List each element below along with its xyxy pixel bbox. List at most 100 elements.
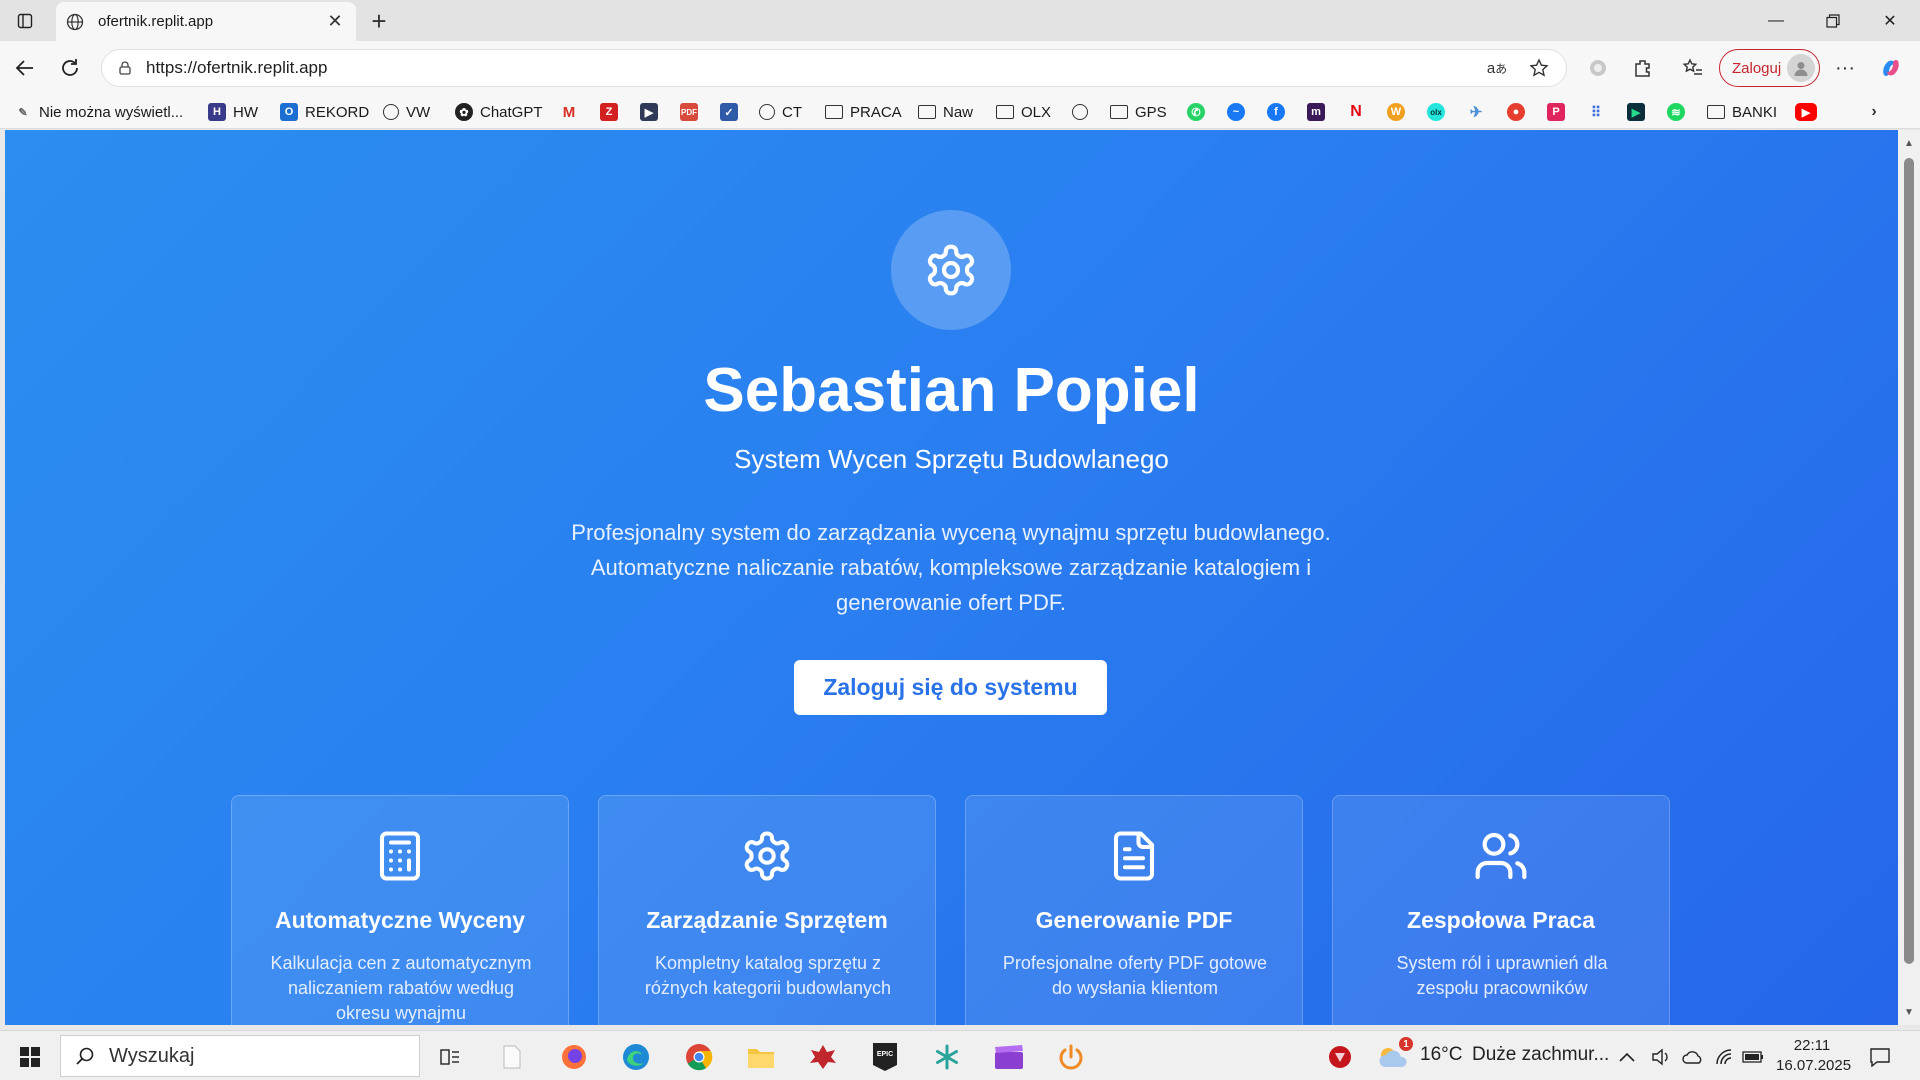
feature-description: System ról i uprawnień dla zespołu praco… <box>1396 953 1608 998</box>
play-icon: ▶ <box>1627 103 1645 121</box>
weather-temperature[interactable]: 16°C <box>1420 1044 1462 1066</box>
search-icon <box>75 1046 95 1066</box>
antivirus-tray-icon[interactable] <box>1322 1039 1358 1075</box>
clapper-app-icon[interactable] <box>991 1039 1027 1075</box>
extensions-icon[interactable] <box>1628 53 1658 83</box>
apps-grid-icon: ⠿ <box>1590 103 1602 120</box>
bookmark-0[interactable]: ✎ Nie można wyświetl... <box>14 101 183 123</box>
close-tab-icon[interactable]: ✕ <box>324 11 346 33</box>
onedrive-cloud-icon[interactable] <box>1680 1039 1706 1075</box>
bookmark-21[interactable]: W <box>1387 101 1405 123</box>
globe-icon <box>1072 104 1088 120</box>
feature-description: Kalkulacja cen z automatycznym naliczani… <box>270 953 532 1023</box>
bookmark-2[interactable]: O REKORD <box>280 101 369 123</box>
bookmark-9[interactable]: ✓ <box>720 101 738 123</box>
network-icon[interactable] <box>1712 1039 1738 1075</box>
bookmark-25[interactable]: P <box>1547 101 1565 123</box>
tab-actions-icon[interactable] <box>12 8 38 34</box>
hero-gear-icon <box>891 210 1011 330</box>
epic-games-icon[interactable]: EPIC <box>867 1039 903 1075</box>
bookmark-4[interactable]: ✿ ChatGPT <box>455 101 543 123</box>
bookmark-28[interactable]: ≋ <box>1667 101 1685 123</box>
svg-text:EPIC: EPIC <box>877 1051 893 1058</box>
bookmark-5[interactable]: M <box>560 101 578 123</box>
profile-login-button[interactable]: Zaloguj <box>1719 49 1820 87</box>
reload-icon[interactable] <box>55 53 85 83</box>
minimize-icon[interactable]: — <box>1748 0 1804 41</box>
task-view-icon[interactable] <box>432 1039 468 1075</box>
bookmark-15[interactable]: GPS <box>1110 101 1167 123</box>
bookmark-17[interactable]: ~ <box>1227 101 1245 123</box>
power-app-icon[interactable] <box>1053 1039 1089 1075</box>
game-app-icon[interactable] <box>805 1039 841 1075</box>
hw-icon: H <box>208 103 226 121</box>
bookmark-18[interactable]: f <box>1267 101 1285 123</box>
scrollbar-thumb[interactable] <box>1904 158 1914 964</box>
browser-toolbar: https://ofertnik.replit.app aあ Zaloguj ·… <box>0 41 1920 95</box>
page-description: Profesjonalny system do zarządzania wyce… <box>571 520 1331 615</box>
browser-tab[interactable]: ofertnik.replit.app ✕ <box>56 2 356 41</box>
taskbar-search-input[interactable]: Wyszukaj <box>60 1035 420 1077</box>
address-bar[interactable]: https://ofertnik.replit.app aあ <box>101 49 1567 87</box>
translate-icon[interactable]: aあ <box>1482 53 1512 83</box>
blank-document-icon[interactable] <box>494 1039 530 1075</box>
copilot-icon[interactable] <box>1876 53 1906 83</box>
chevron-up-icon[interactable] <box>1614 1039 1640 1075</box>
bookmark-6[interactable]: Z <box>600 101 618 123</box>
bookmark-20[interactable]: N <box>1347 101 1365 123</box>
chrome-icon[interactable] <box>681 1039 717 1075</box>
battery-icon[interactable] <box>1740 1039 1766 1075</box>
bookmark-16[interactable]: ✆ <box>1187 101 1205 123</box>
bookmark-23[interactable]: ✈ <box>1467 101 1485 123</box>
netflix-icon: N <box>1350 103 1362 120</box>
windows-start-icon[interactable] <box>12 1039 48 1075</box>
bookmark-1[interactable]: H HW <box>208 101 258 123</box>
bookmark-13[interactable]: OLX <box>996 101 1051 123</box>
bookmark-12[interactable]: Naw <box>918 101 973 123</box>
bookmark-26[interactable]: ⠿ <box>1587 101 1605 123</box>
clock-time: 22:11 <box>1793 1037 1831 1054</box>
page-scrollbar[interactable]: ▲ ▼ <box>1898 130 1920 1025</box>
calculator-icon <box>232 826 568 886</box>
file-explorer-icon[interactable] <box>743 1039 779 1075</box>
more-options-icon[interactable]: ··· <box>1830 53 1860 83</box>
speaker-icon[interactable] <box>1648 1039 1674 1075</box>
weather-description[interactable]: Duże zachmur... <box>1472 1044 1609 1066</box>
bookmark-11[interactable]: PRACA <box>825 101 902 123</box>
bookmark-27[interactable]: ▶ <box>1627 101 1645 123</box>
bookmark-22[interactable]: olx <box>1427 101 1445 123</box>
url-text[interactable]: https://ofertnik.replit.app <box>146 58 1482 78</box>
new-tab-button[interactable]: + <box>364 6 394 36</box>
z-icon: Z <box>600 103 618 121</box>
scroll-up-icon[interactable]: ▲ <box>1902 136 1916 150</box>
bookmark-29[interactable]: BANKI <box>1707 101 1777 123</box>
weather-cloud-icon[interactable]: 1 <box>1375 1037 1413 1075</box>
bookmark-3[interactable]: VW <box>383 101 430 123</box>
firefox-icon[interactable] <box>556 1039 592 1075</box>
clock-date: 16.07.2025 <box>1776 1057 1852 1074</box>
bookmark-30[interactable]: ▶ <box>1795 101 1817 123</box>
snowflake-app-icon[interactable] <box>929 1039 965 1075</box>
close-window-icon[interactable]: ✕ <box>1862 0 1918 41</box>
bookmark-7[interactable]: ▶ <box>640 101 658 123</box>
notifications-icon[interactable] <box>1862 1039 1898 1075</box>
feature-title: Generowanie PDF <box>1035 907 1233 933</box>
favorites-list-icon[interactable] <box>1678 53 1708 83</box>
site-info-icon[interactable] <box>114 57 136 79</box>
bookmark-8[interactable]: PDF <box>680 101 698 123</box>
copilot-chat-icon[interactable] <box>1583 53 1613 83</box>
bookmarks-overflow[interactable]: › <box>1865 101 1883 123</box>
bookmark-10[interactable]: CT <box>759 101 802 123</box>
back-arrow-icon[interactable] <box>10 53 40 83</box>
bookmark-14[interactable] <box>1072 101 1088 123</box>
scroll-down-icon[interactable]: ▼ <box>1902 1005 1916 1019</box>
document-icon <box>966 826 1302 886</box>
favorite-star-icon[interactable] <box>1524 53 1554 83</box>
taskbar-clock[interactable]: 22:11 16.07.2025 <box>1776 1036 1852 1076</box>
edge-browser-icon[interactable] <box>618 1039 654 1075</box>
tab-title: ofertnik.replit.app <box>98 13 214 30</box>
bookmark-19[interactable]: m <box>1307 101 1325 123</box>
bookmark-24[interactable]: ● <box>1507 101 1525 123</box>
restore-icon[interactable] <box>1805 0 1861 41</box>
login-button[interactable]: Zaloguj się do systemu <box>794 660 1107 715</box>
